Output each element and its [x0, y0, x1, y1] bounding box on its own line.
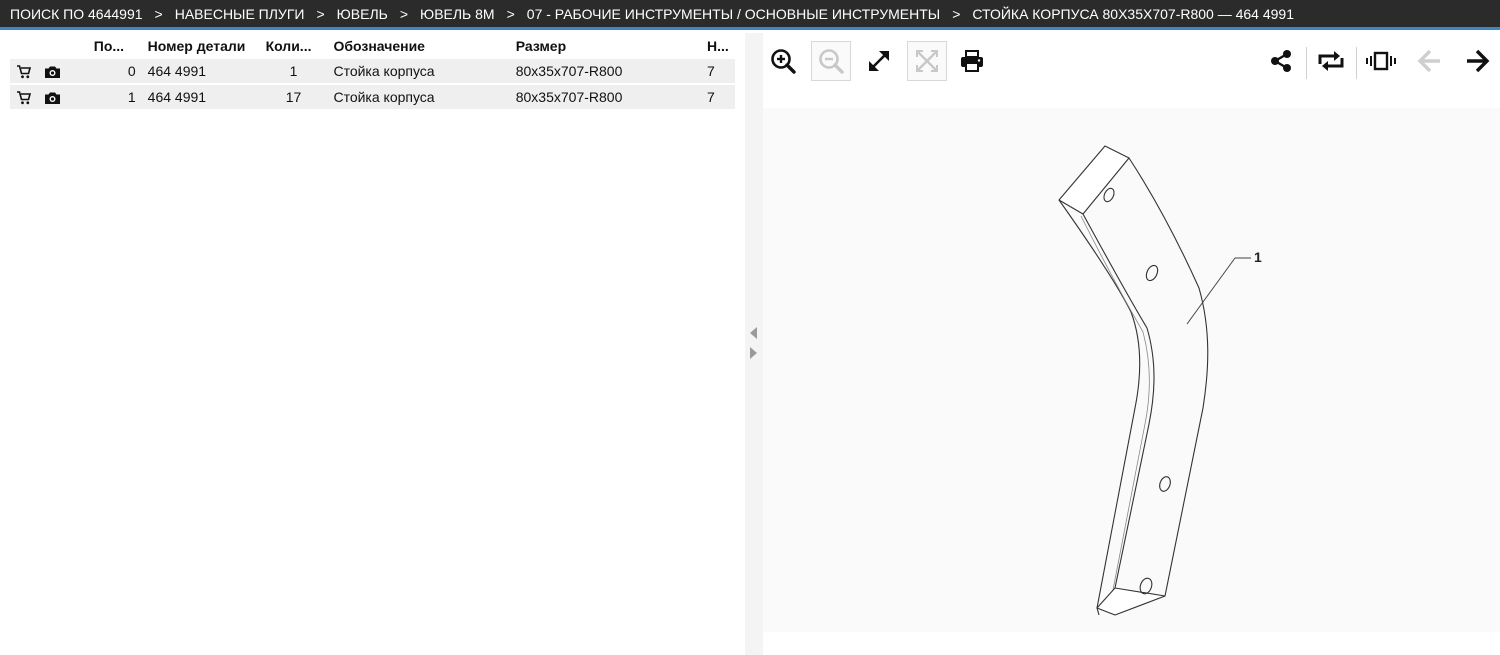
toolbar-divider — [1356, 47, 1357, 79]
size-cell: 80x35x707-R800 — [509, 85, 701, 109]
photo-cell[interactable] — [38, 85, 88, 109]
toolbar-divider — [1306, 47, 1307, 79]
size-cell: 80x35x707-R800 — [509, 59, 701, 83]
breadcrumb-search[interactable]: ПОИСК ПО 4644991 — [10, 6, 143, 22]
part-number-cell: 464 4991 — [141, 85, 260, 109]
cart-cell[interactable] — [10, 85, 38, 109]
print-icon — [961, 50, 983, 72]
quantity-cell: 17 — [259, 85, 328, 109]
breadcrumb-separator: > — [399, 5, 409, 22]
parts-table: По... Номер детали Коли... Обозначение Р… — [10, 33, 735, 111]
camera-icon[interactable] — [44, 91, 61, 105]
col-size[interactable]: Размер — [510, 35, 701, 57]
position-cell: 0 — [87, 59, 142, 83]
col-part-number[interactable]: Номер детали — [142, 35, 260, 57]
camera-icon[interactable] — [44, 65, 61, 79]
carousel-button[interactable] — [1361, 41, 1401, 81]
designation-cell: Стойка корпуса — [327, 85, 510, 109]
col-photo — [38, 35, 88, 57]
breadcrumb-current-part: СТОЙКА КОРПУСА 80X35X707-R800 — 464 4991 — [972, 5, 1295, 22]
fit-icon — [916, 50, 938, 72]
zoom-out-icon — [819, 49, 844, 74]
table-row[interactable]: 1 464 4991 17 Стойка корпуса 80x35x707-R… — [10, 85, 735, 109]
drawing-canvas[interactable]: 1 — [763, 108, 1500, 632]
repeat-button[interactable] — [1311, 41, 1351, 81]
col-cart — [10, 35, 38, 57]
col-n[interactable]: Н... — [701, 35, 735, 57]
n-cell: 7 — [700, 59, 735, 83]
panel-splitter[interactable] — [745, 33, 763, 655]
breadcrumb-juvel-8m[interactable]: ЮВЕЛЬ 8М — [420, 6, 495, 22]
share-button[interactable] — [1261, 41, 1301, 81]
photo-cell[interactable] — [38, 59, 88, 83]
part-drawing — [1058, 145, 1251, 616]
expand-icon — [869, 51, 889, 71]
col-position[interactable]: По... — [88, 35, 142, 57]
cart-icon[interactable] — [16, 91, 32, 105]
col-quantity[interactable]: Коли... — [260, 35, 328, 57]
table-row[interactable]: 0 464 4991 1 Стойка корпуса 80x35x707-R8… — [10, 59, 735, 83]
zoom-in-button[interactable] — [763, 41, 803, 81]
callout-label[interactable]: 1 — [1254, 249, 1262, 265]
repeat-icon — [1318, 51, 1344, 71]
drawing-viewer: 1 — [763, 33, 1500, 655]
cart-cell[interactable] — [10, 59, 38, 83]
position-cell: 1 — [87, 85, 142, 109]
arrow-right-icon — [1467, 49, 1490, 73]
parts-panel: По... Номер детали Коли... Обозначение Р… — [0, 33, 745, 655]
collapse-left-icon[interactable] — [750, 327, 757, 339]
breadcrumb-mounted-ploughs[interactable]: НАВЕСНЫЕ ПЛУГИ — [175, 6, 305, 22]
share-icon — [1271, 50, 1291, 72]
table-header-row: По... Номер детали Коли... Обозначение Р… — [10, 35, 735, 57]
breadcrumb-separator: > — [316, 5, 325, 22]
carousel-icon — [1366, 51, 1396, 71]
expand-button[interactable] — [859, 41, 899, 81]
arrow-left-icon — [1417, 49, 1440, 73]
col-designation[interactable]: Обозначение — [327, 35, 509, 57]
breadcrumb-juvel[interactable]: ЮВЕЛЬ — [337, 6, 388, 22]
breadcrumb-separator: > — [506, 5, 515, 22]
zoom-in-icon — [771, 49, 796, 74]
next-button[interactable] — [1457, 41, 1497, 81]
breadcrumb-tools[interactable]: 07 - РАБОЧИЕ ИНСТРУМЕНТЫ / ОСНОВНЫЕ ИНСТ… — [527, 6, 940, 22]
viewer-toolbar — [763, 39, 1500, 83]
breadcrumb-separator: > — [154, 5, 163, 22]
collapse-right-icon[interactable] — [750, 347, 757, 359]
fit-to-screen-button[interactable] — [907, 41, 947, 81]
cart-icon[interactable] — [16, 65, 32, 79]
breadcrumb: ПОИСК ПО 4644991 > НАВЕСНЫЕ ПЛУГИ > ЮВЕЛ… — [0, 0, 1500, 30]
print-button[interactable] — [952, 41, 992, 81]
part-number-cell: 464 4991 — [141, 59, 260, 83]
zoom-out-button[interactable] — [811, 41, 851, 81]
n-cell: 7 — [700, 85, 735, 109]
quantity-cell: 1 — [259, 59, 328, 83]
breadcrumb-separator: > — [952, 5, 961, 22]
designation-cell: Стойка корпуса — [327, 59, 510, 83]
previous-button[interactable] — [1410, 41, 1450, 81]
